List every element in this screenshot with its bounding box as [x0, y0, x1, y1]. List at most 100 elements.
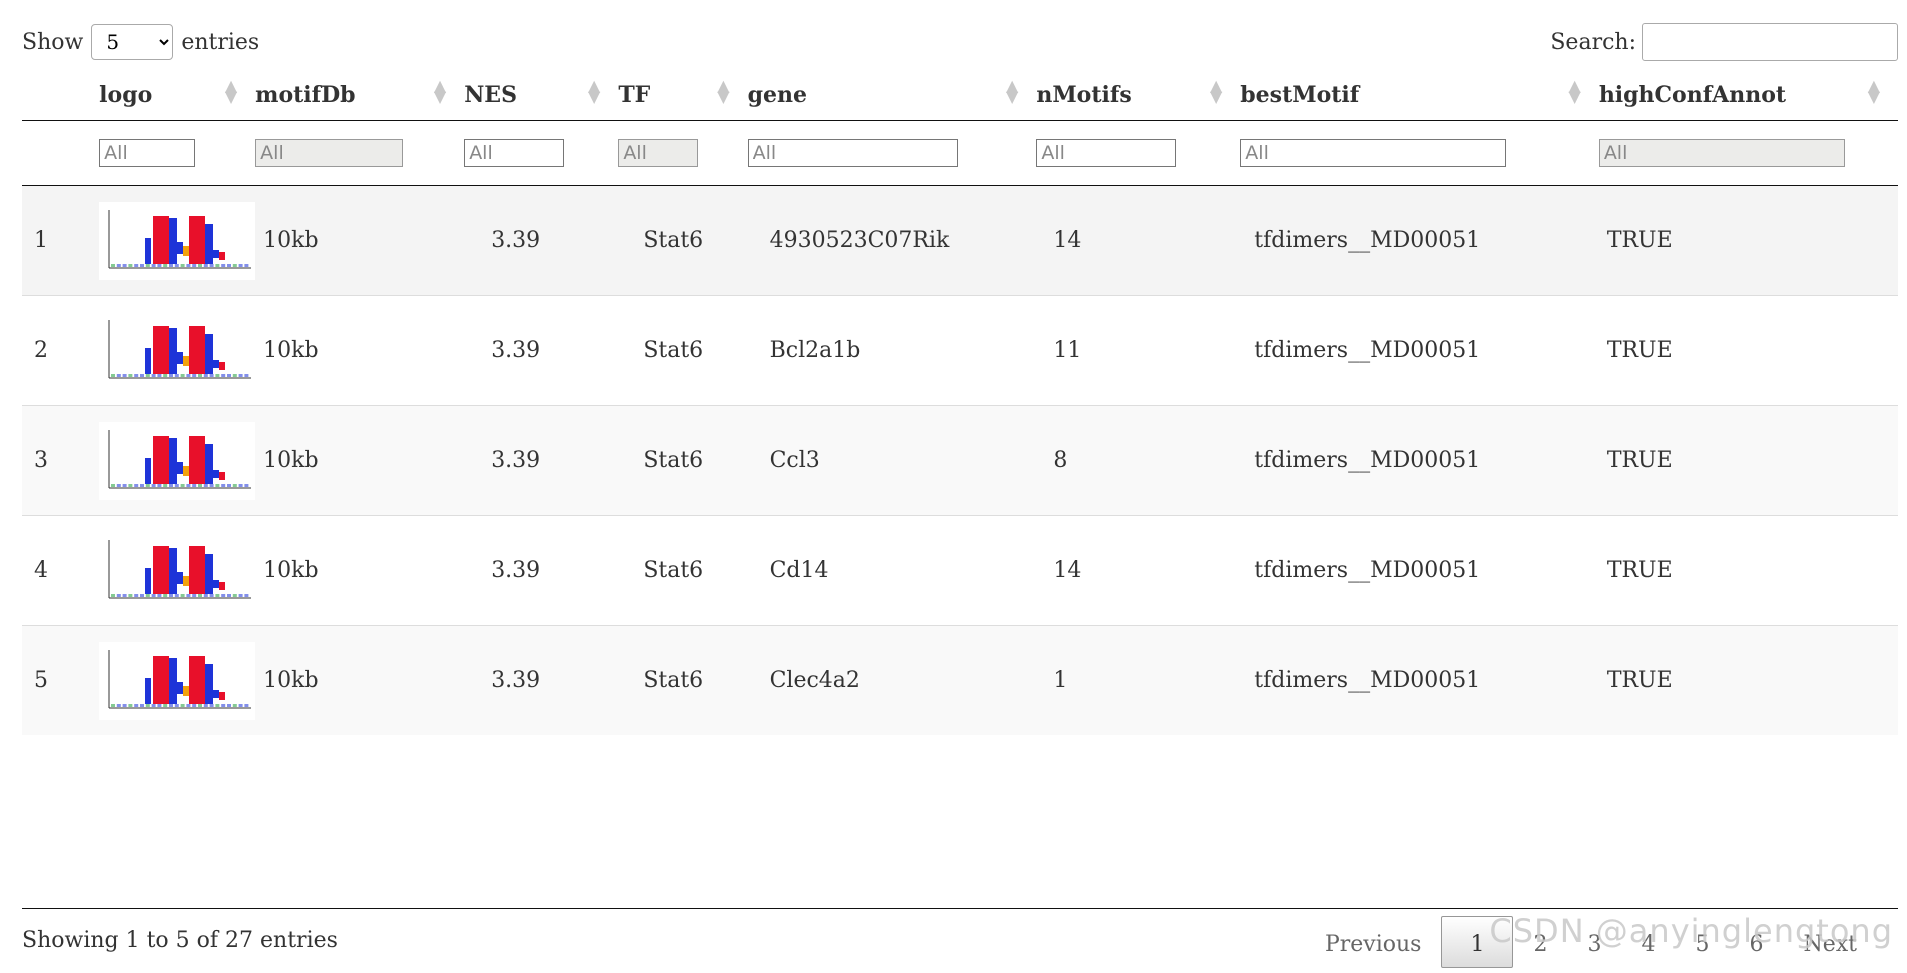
sort-icon[interactable]: ▲ ▼ — [1006, 78, 1018, 105]
column-header-highConfAnnot[interactable]: highConfAnnot ▲ ▼ — [1598, 70, 1898, 121]
cell-motifDb: 10kb — [255, 625, 465, 735]
cell-highConfAnnot: TRUE — [1598, 515, 1898, 626]
table-controls: Show 5 entries Search: — [22, 22, 1898, 62]
column-filter-motifDb[interactable] — [255, 139, 404, 167]
filter-cell — [22, 120, 100, 186]
cell-index: 1 — [22, 185, 100, 296]
column-header-NES[interactable]: NES ▲ ▼ — [464, 70, 619, 121]
column-header-gene[interactable]: gene ▲ ▼ — [747, 70, 1037, 121]
column-header-bestMotif[interactable]: bestMotif ▲ ▼ — [1240, 70, 1599, 121]
cell-bestMotif: tfdimers__MD00051 — [1240, 625, 1599, 735]
cell-motifDb: 10kb — [255, 185, 465, 296]
cell-TF: Stat6 — [618, 405, 748, 516]
sort-icon[interactable]: ▲ ▼ — [1868, 78, 1880, 105]
search-control: Search: — [1550, 22, 1898, 62]
cell-motifDb: 10kb — [255, 405, 465, 516]
cell-highConfAnnot: TRUE — [1598, 405, 1898, 516]
cell-index: 3 — [22, 405, 100, 516]
filter-cell — [747, 120, 1037, 186]
table-info: Showing 1 to 5 of 27 entries — [22, 928, 338, 953]
column-header-nMotifs[interactable]: nMotifs ▲ ▼ — [1036, 70, 1241, 121]
table-row[interactable]: 4 10kb 3.39 Stat6 Cd14 14 tfdimers__MD00051 TRU… — [22, 515, 1898, 626]
table-body: 1 10kb 3.39 Stat6 4930523C07Rik 14 tfdimers__M… — [22, 185, 1898, 735]
column-filter-nMotifs[interactable] — [1036, 139, 1177, 167]
column-filter-bestMotif[interactable] — [1240, 139, 1507, 167]
logo-cell — [99, 185, 256, 296]
column-header-label: NES — [464, 82, 517, 108]
sort-icon[interactable]: ▲ ▼ — [588, 78, 600, 105]
cell-bestMotif: tfdimers__MD00051 — [1240, 185, 1599, 296]
cell-TF: Stat6 — [618, 185, 748, 296]
column-header-TF[interactable]: TF ▲ ▼ — [618, 70, 748, 121]
cell-index: 2 — [22, 295, 100, 406]
cell-NES: 3.39 — [464, 625, 619, 735]
sort-icon[interactable]: ▲ ▼ — [225, 78, 237, 105]
sequence-logo — [99, 531, 256, 610]
header-row: logo ▲ ▼ motifDb ▲ ▼ NES ▲ ▼ TF ▲ ▼ gene ▲ ▼ nMotifs ▲ ▼ b… — [22, 70, 1898, 121]
column-filter-highConfAnnot[interactable] — [1598, 139, 1845, 167]
cell-NES: 3.39 — [464, 405, 619, 516]
column-header-index — [22, 70, 100, 121]
column-header-label: nMotifs — [1036, 82, 1132, 108]
search-input[interactable] — [1642, 23, 1898, 61]
table-row[interactable]: 5 10kb 3.39 Stat6 Clec4a2 1 tfdimers__MD00051 T… — [22, 625, 1898, 735]
previous-button[interactable]: Previous — [1305, 917, 1442, 967]
column-filter-NES[interactable] — [464, 139, 565, 167]
column-header-motifDb[interactable]: motifDb ▲ ▼ — [255, 70, 465, 121]
cell-nMotifs: 14 — [1036, 515, 1241, 626]
watermark: CSDN @anyinglengtong — [1489, 912, 1893, 950]
table-bottom-border — [22, 908, 1898, 909]
cell-highConfAnnot: TRUE — [1598, 295, 1898, 406]
cell-gene: Bcl2a1b — [747, 295, 1037, 406]
cell-bestMotif: tfdimers__MD00051 — [1240, 405, 1599, 516]
table-row[interactable]: 1 10kb 3.39 Stat6 4930523C07Rik 14 tfdimers__M… — [22, 185, 1898, 296]
sort-icon[interactable]: ▲ ▼ — [434, 78, 446, 105]
cell-gene: 4930523C07Rik — [747, 185, 1037, 296]
cell-motifDb: 10kb — [255, 515, 465, 626]
cell-TF: Stat6 — [618, 295, 748, 406]
sequence-logo — [99, 641, 256, 720]
cell-TF: Stat6 — [618, 515, 748, 626]
column-filter-gene[interactable] — [747, 139, 958, 167]
filter-cell — [1598, 120, 1898, 186]
column-header-logo[interactable]: logo ▲ ▼ — [99, 70, 256, 121]
cell-NES: 3.39 — [464, 185, 619, 296]
cell-highConfAnnot: TRUE — [1598, 625, 1898, 735]
filter-cell — [618, 120, 748, 186]
logo-cell — [99, 515, 256, 626]
cell-nMotifs: 14 — [1036, 185, 1241, 296]
filter-cell — [1240, 120, 1599, 186]
table-row[interactable]: 3 10kb 3.39 Stat6 Ccl3 8 tfdimers__MD00051 TRUE — [22, 405, 1898, 516]
logo-cell — [99, 295, 256, 406]
filter-cell — [255, 120, 465, 186]
sort-icon[interactable]: ▲ ▼ — [1569, 78, 1581, 105]
show-label: Show — [22, 29, 84, 55]
entries-select[interactable]: 5 — [91, 24, 174, 60]
filter-cell — [464, 120, 619, 186]
filter-row — [22, 120, 1898, 186]
cell-motifDb: 10kb — [255, 295, 465, 406]
entries-label: entries — [181, 29, 260, 55]
cell-NES: 3.39 — [464, 295, 619, 406]
table-row[interactable]: 2 10kb 3.39 Stat6 Bcl2a1b 11 tfdimers__MD00051… — [22, 295, 1898, 406]
column-header-label: gene — [747, 82, 807, 108]
cell-NES: 3.39 — [464, 515, 619, 626]
sort-icon[interactable]: ▲ ▼ — [717, 78, 729, 105]
cell-TF: Stat6 — [618, 625, 748, 735]
sequence-logo — [99, 201, 256, 280]
sort-icon[interactable]: ▲ ▼ — [1210, 78, 1222, 105]
column-header-label: motifDb — [255, 82, 356, 108]
cell-index: 4 — [22, 515, 100, 626]
column-filter-logo[interactable] — [99, 139, 196, 167]
logo-cell — [99, 405, 256, 516]
cell-index: 5 — [22, 625, 100, 735]
cell-gene: Ccl3 — [747, 405, 1037, 516]
cell-bestMotif: tfdimers__MD00051 — [1240, 515, 1599, 626]
column-header-label: logo — [99, 82, 153, 108]
column-filter-TF[interactable] — [618, 139, 699, 167]
column-header-label: bestMotif — [1240, 82, 1360, 108]
column-header-label: TF — [618, 82, 651, 108]
cell-nMotifs: 11 — [1036, 295, 1241, 406]
cell-bestMotif: tfdimers__MD00051 — [1240, 295, 1599, 406]
cell-nMotifs: 1 — [1036, 625, 1241, 735]
